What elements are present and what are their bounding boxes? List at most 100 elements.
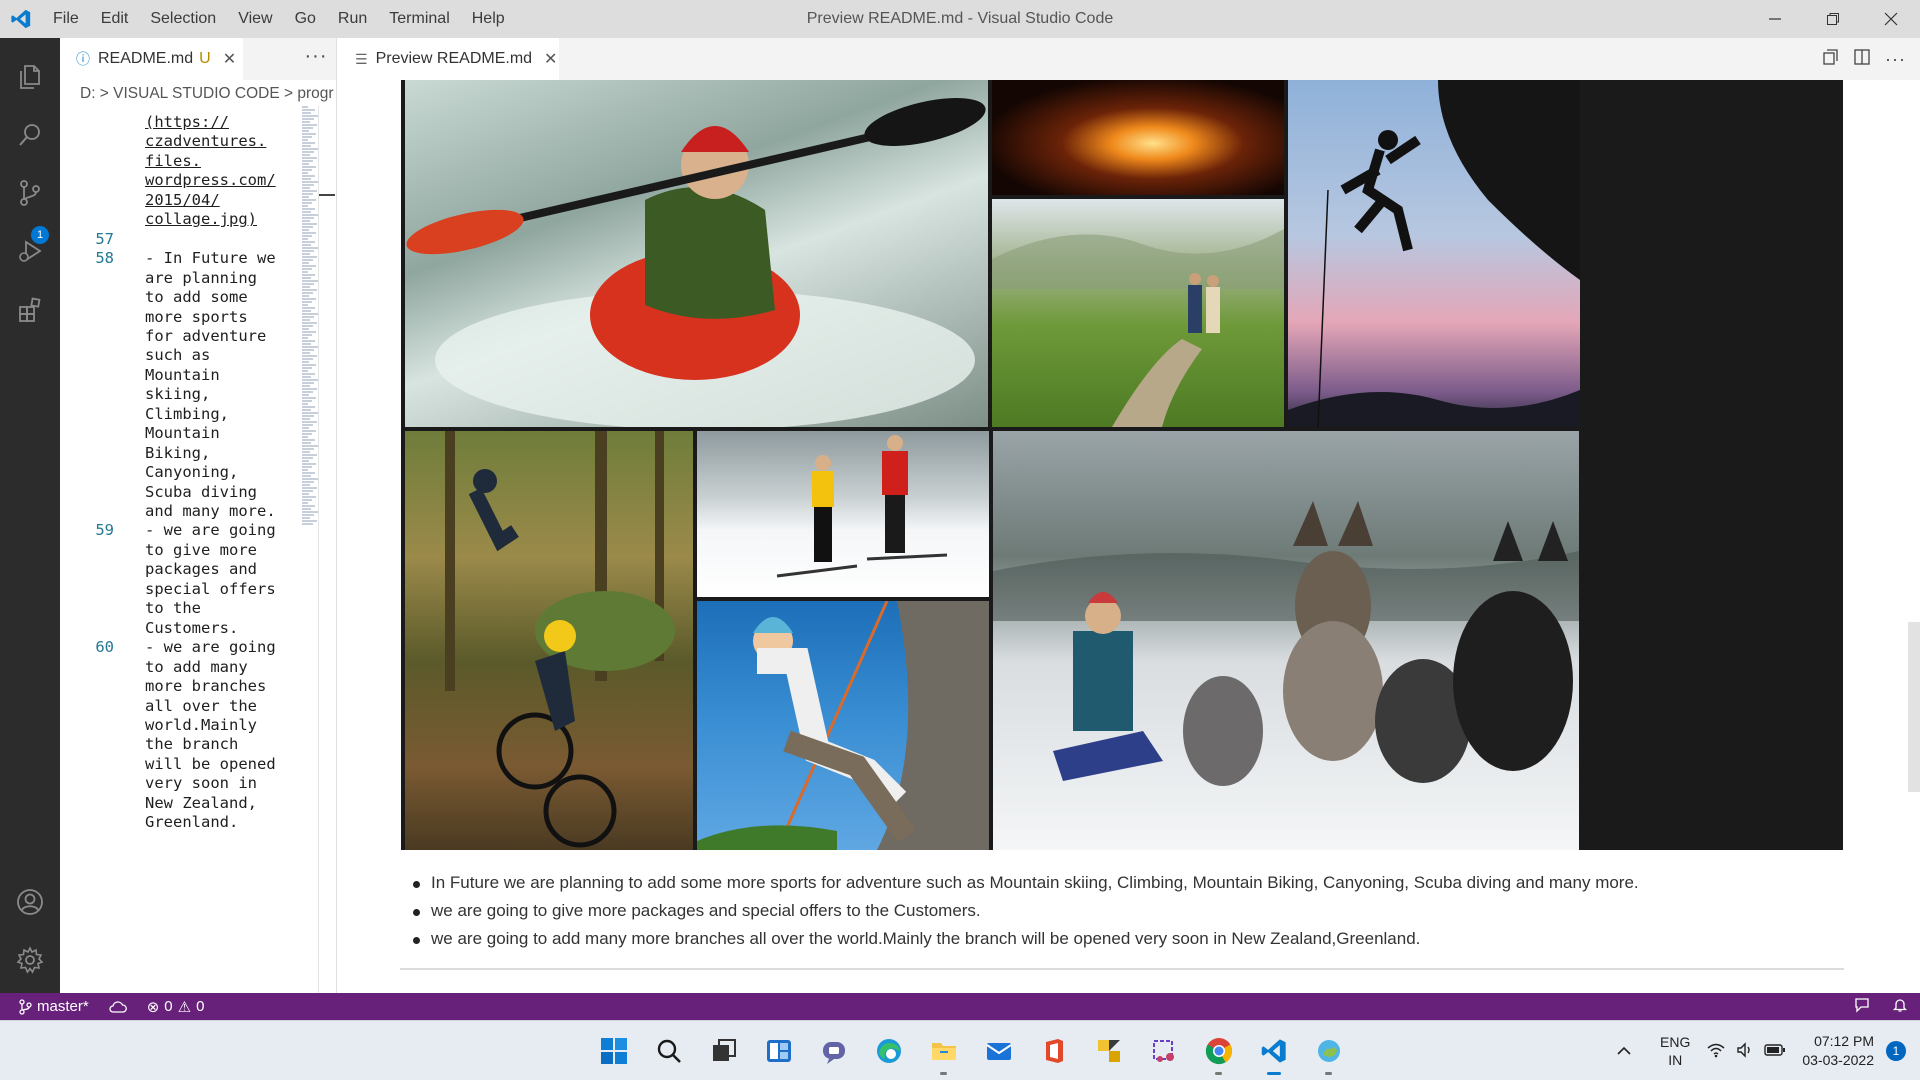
photo-rock-climbing bbox=[1288, 80, 1580, 427]
minimap-line bbox=[302, 370, 308, 372]
mail-icon[interactable] bbox=[971, 1021, 1026, 1081]
widgets-icon[interactable] bbox=[751, 1021, 806, 1081]
running-indicator bbox=[1267, 1072, 1281, 1075]
explorer-icon[interactable] bbox=[0, 48, 60, 106]
more-actions-icon[interactable]: ··· bbox=[1885, 49, 1906, 70]
minimize-button[interactable] bbox=[1746, 0, 1804, 38]
minimap-line bbox=[302, 262, 309, 264]
line-text: Greenland. bbox=[145, 813, 239, 832]
markdown-preview[interactable]: In Future we are planning to add some mo… bbox=[337, 80, 1920, 993]
close-window-button[interactable] bbox=[1862, 0, 1920, 38]
minimap-line bbox=[302, 319, 310, 321]
minimap[interactable] bbox=[300, 106, 320, 993]
problems-status[interactable]: ⊗ 0 ⚠ 0 bbox=[137, 993, 215, 1020]
minimap-line bbox=[302, 349, 314, 351]
notifications-bell-icon[interactable] bbox=[1892, 997, 1908, 1017]
editor-scrollbar[interactable] bbox=[318, 106, 336, 993]
tab-preview-readme[interactable]: ☰ Preview README.md ✕ bbox=[337, 38, 559, 80]
sticky-app-icon[interactable] bbox=[1081, 1021, 1136, 1081]
sync-button[interactable] bbox=[99, 993, 137, 1020]
volume-icon[interactable] bbox=[1736, 1041, 1754, 1061]
minimap-line bbox=[302, 220, 310, 222]
minimap-line bbox=[302, 328, 309, 330]
photo-cross-country-skiing bbox=[697, 431, 989, 597]
minimap-line bbox=[302, 205, 308, 207]
minimap-line bbox=[302, 430, 316, 432]
minimap-line bbox=[302, 136, 312, 138]
git-branch-status[interactable]: master* bbox=[0, 993, 99, 1020]
tab-readme-label: README.md bbox=[98, 50, 194, 67]
run-debug-icon[interactable] bbox=[0, 222, 60, 280]
branch-name: master* bbox=[37, 998, 89, 1015]
extensions-icon[interactable] bbox=[0, 280, 60, 338]
more-actions-button[interactable]: ··· bbox=[296, 38, 336, 80]
activity-bar: 1 bbox=[0, 38, 60, 993]
input-language[interactable]: ENG IN bbox=[1660, 1033, 1690, 1069]
breadcrumb[interactable]: D: > VISUAL STUDIO CODE > progr bbox=[60, 80, 336, 106]
minimap-line bbox=[302, 442, 311, 444]
open-source-icon[interactable] bbox=[1821, 48, 1839, 71]
minimap-line bbox=[302, 307, 315, 309]
minimap-line bbox=[302, 421, 317, 423]
restore-button[interactable] bbox=[1804, 0, 1862, 38]
search-icon[interactable] bbox=[0, 106, 60, 164]
close-tab-icon[interactable]: ✕ bbox=[544, 49, 557, 69]
tab-readme[interactable]: ⓘ README.md U ✕ bbox=[60, 38, 243, 80]
line-text: collage.jpg) bbox=[145, 210, 257, 229]
minimap-line bbox=[302, 238, 308, 240]
notification-badge[interactable]: 1 bbox=[1886, 1041, 1906, 1061]
task-view-icon[interactable] bbox=[696, 1021, 751, 1081]
code-editor[interactable]: (https://czadventures. files. wordpress.co… bbox=[60, 106, 300, 993]
minimap-line bbox=[302, 247, 318, 249]
minimap-line bbox=[302, 427, 309, 429]
menu-go[interactable]: Go bbox=[284, 0, 327, 38]
minimap-line bbox=[302, 433, 312, 435]
minimap-line bbox=[302, 322, 317, 324]
minimap-line bbox=[302, 364, 316, 366]
menu-file[interactable]: File bbox=[42, 0, 90, 38]
minimap-line bbox=[302, 454, 317, 456]
minimap-line bbox=[302, 157, 317, 159]
split-editor-icon[interactable] bbox=[1853, 48, 1871, 71]
search-icon[interactable] bbox=[641, 1021, 696, 1081]
file-explorer-icon[interactable] bbox=[916, 1021, 971, 1081]
minimap-line bbox=[302, 343, 311, 345]
teams-chat-icon[interactable] bbox=[806, 1021, 861, 1081]
minimap-line bbox=[302, 376, 311, 378]
menu-terminal[interactable]: Terminal bbox=[378, 0, 460, 38]
running-indicator bbox=[940, 1072, 947, 1075]
settings-gear-icon[interactable] bbox=[0, 931, 60, 989]
edge-icon[interactable] bbox=[861, 1021, 916, 1081]
vscode-icon[interactable] bbox=[1246, 1021, 1301, 1081]
minimap-line bbox=[302, 175, 315, 177]
minimap-line bbox=[302, 292, 313, 294]
start-icon[interactable] bbox=[586, 1021, 641, 1081]
close-tab-icon[interactable]: ✕ bbox=[223, 49, 236, 69]
source-control-icon[interactable] bbox=[0, 164, 60, 222]
menu-edit[interactable]: Edit bbox=[90, 0, 140, 38]
minimap-line bbox=[302, 256, 317, 258]
minimap-line bbox=[302, 172, 308, 174]
weather-app-icon[interactable] bbox=[1301, 1021, 1356, 1081]
feedback-icon[interactable] bbox=[1854, 997, 1870, 1017]
minimap-line bbox=[302, 301, 312, 303]
minimap-line bbox=[302, 130, 309, 132]
account-icon[interactable] bbox=[0, 873, 60, 931]
clock[interactable]: 07:12 PM 03-03-2022 bbox=[1802, 1032, 1874, 1070]
chrome-icon[interactable] bbox=[1191, 1021, 1246, 1081]
show-hidden-icons-chevron-icon[interactable] bbox=[1616, 1043, 1632, 1059]
wifi-icon[interactable] bbox=[1706, 1042, 1726, 1061]
menu-selection[interactable]: Selection bbox=[139, 0, 227, 38]
office-icon[interactable] bbox=[1026, 1021, 1081, 1081]
minimap-line bbox=[302, 340, 315, 342]
preview-scrollbar-thumb[interactable] bbox=[1908, 622, 1920, 792]
battery-icon[interactable] bbox=[1764, 1043, 1786, 1060]
snipping-tool-icon[interactable] bbox=[1136, 1021, 1191, 1081]
menu-view[interactable]: View bbox=[227, 0, 283, 38]
menu-run[interactable]: Run bbox=[327, 0, 378, 38]
minimap-line bbox=[302, 502, 308, 504]
minimap-line bbox=[302, 145, 311, 147]
menu-help[interactable]: Help bbox=[461, 0, 516, 38]
minimap-line bbox=[302, 373, 315, 375]
minimap-line bbox=[302, 208, 315, 210]
